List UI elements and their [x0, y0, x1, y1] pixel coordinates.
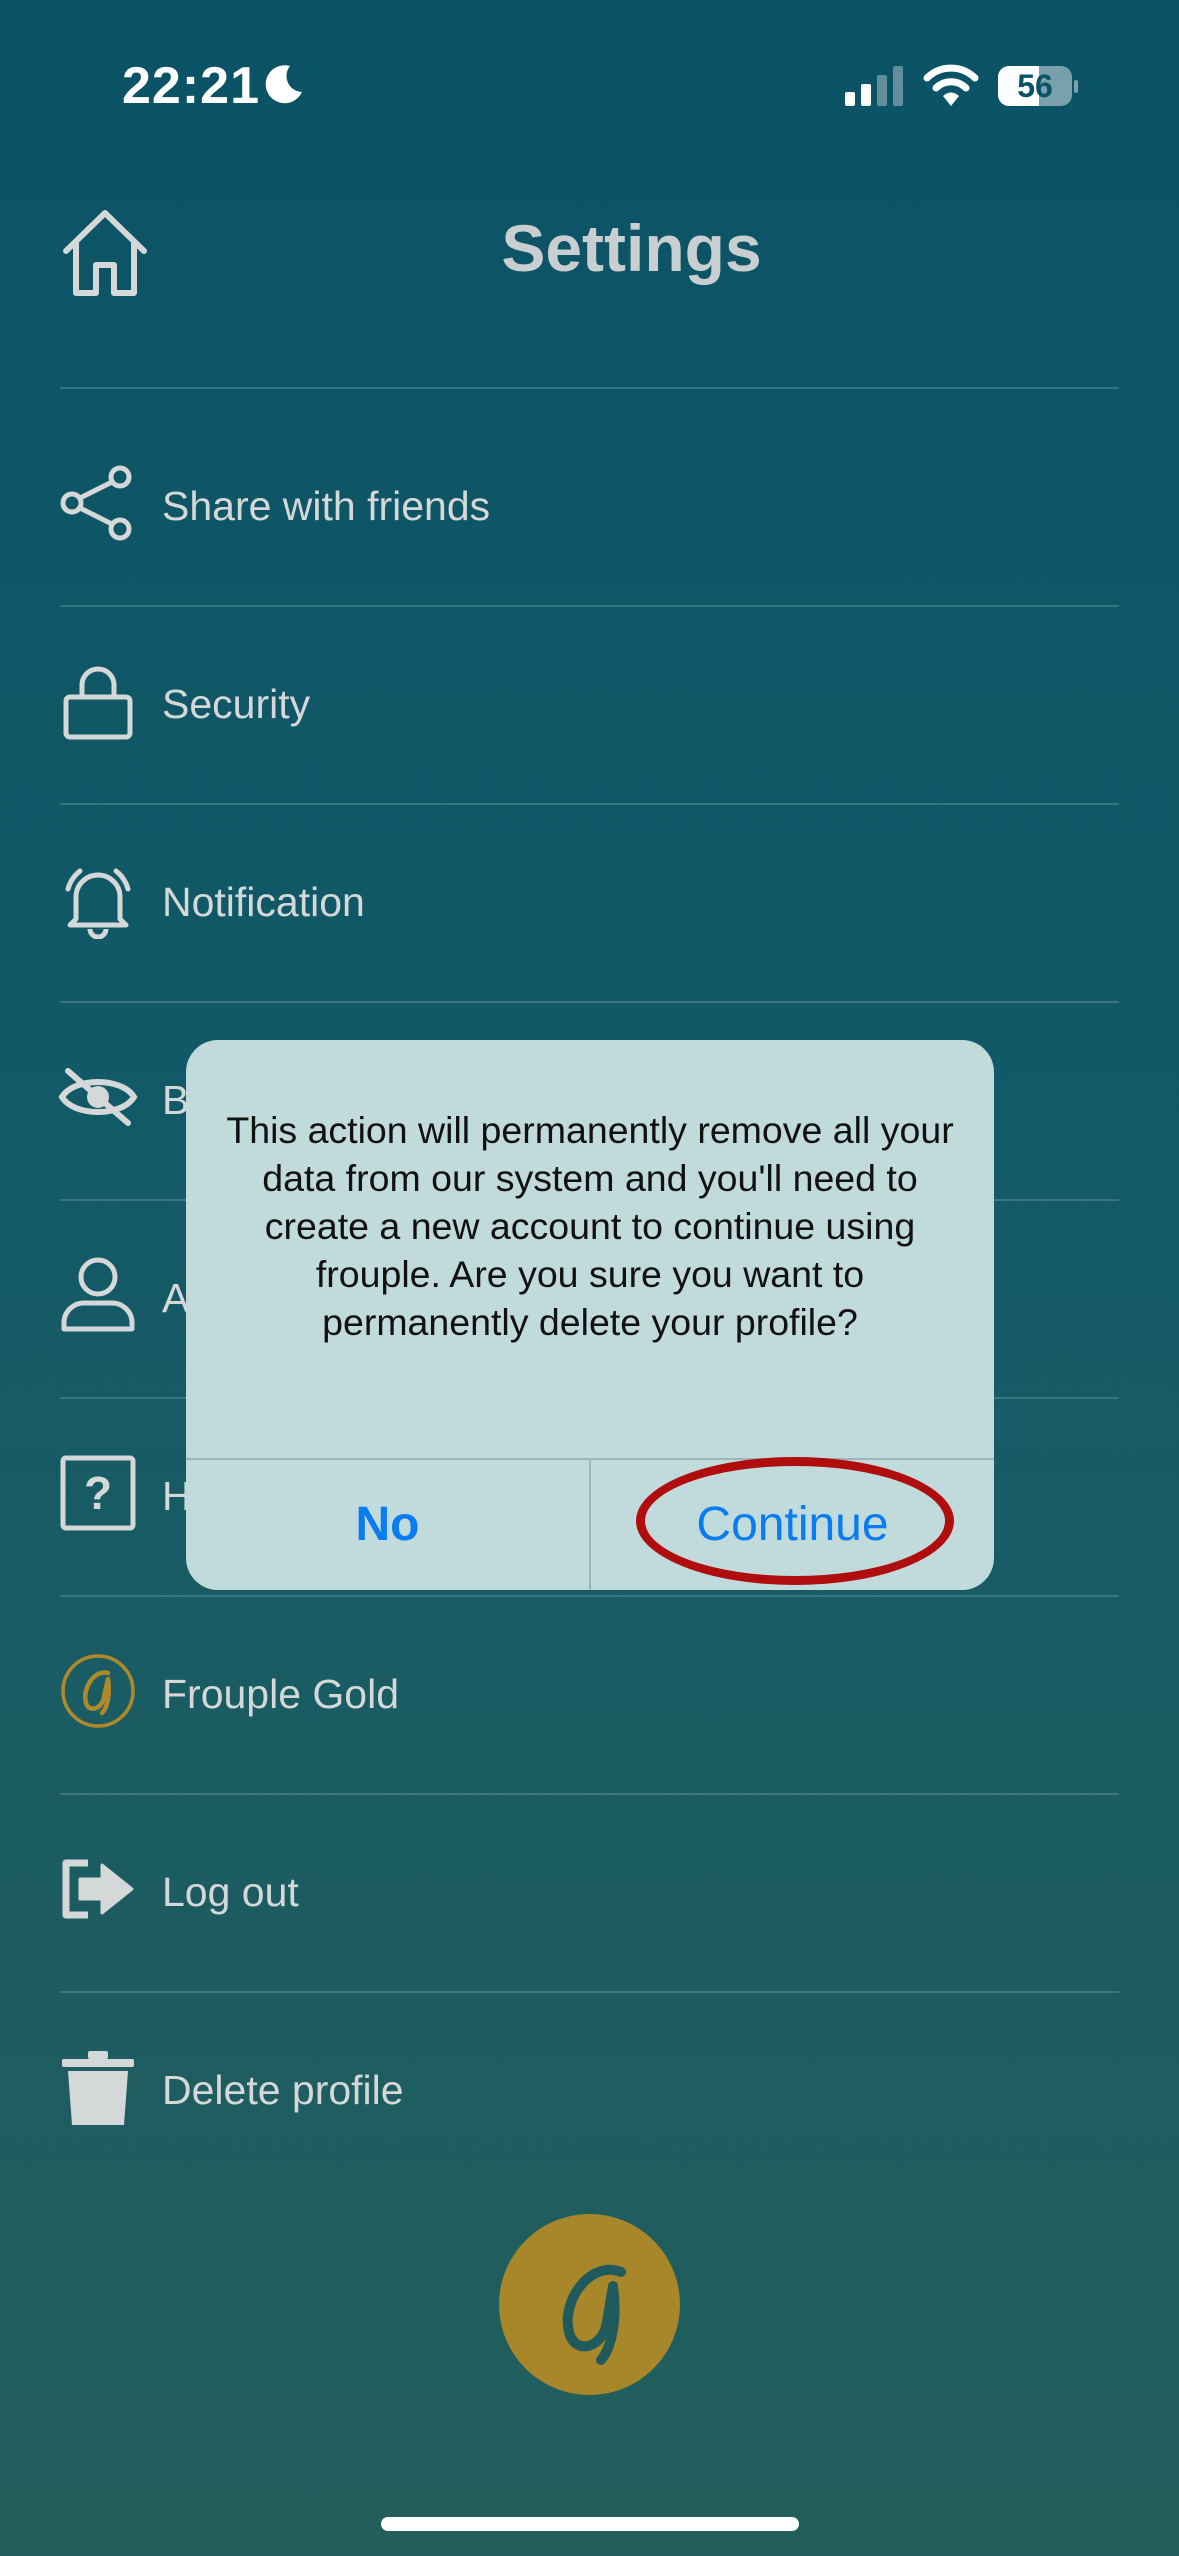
- gold-logo-icon: [61, 1654, 135, 1728]
- continue-button[interactable]: Continue: [591, 1460, 994, 1590]
- battery-percentage: 56: [1017, 68, 1053, 104]
- frouple-gold-button[interactable]: [499, 2214, 680, 2395]
- no-button[interactable]: No: [186, 1460, 589, 1590]
- settings-item-frouple-gold[interactable]: Frouple Gold: [58, 1639, 1118, 1749]
- wifi-icon: [923, 64, 979, 106]
- divider: [60, 387, 1119, 389]
- trash-icon: [62, 2051, 134, 2125]
- settings-item-label: Notification: [162, 879, 365, 925]
- settings-item-label: Share with friends: [162, 483, 491, 529]
- moon-icon: [265, 65, 302, 104]
- settings-item-security[interactable]: Security: [58, 649, 1118, 759]
- settings-item-share[interactable]: Share with friends: [58, 451, 1118, 561]
- settings-item-label: Security: [162, 681, 311, 727]
- home-indicator[interactable]: [381, 2517, 799, 2531]
- battery-indicator: 56: [998, 66, 1078, 106]
- divider: [60, 803, 1119, 805]
- divider: [60, 605, 1119, 607]
- status-bar: 22:21 56: [0, 0, 1179, 170]
- page-title: Settings: [501, 211, 762, 285]
- divider: [60, 1793, 1119, 1795]
- status-time: 22:21: [122, 57, 260, 115]
- settings-item-notification[interactable]: Notification: [58, 847, 1118, 957]
- lock-icon: [63, 666, 133, 740]
- settings-item-delete-profile[interactable]: Delete profile: [58, 2035, 1118, 2145]
- settings-item-label: Log out: [162, 1869, 299, 1915]
- eye-slash-icon: [58, 1068, 138, 1126]
- divider: [60, 1991, 1119, 1993]
- bell-icon: [65, 868, 131, 939]
- svg-text:?: ?: [84, 1467, 112, 1519]
- divider: [60, 1001, 1119, 1003]
- user-icon: [61, 1257, 135, 1332]
- gold-logo-icon: [562, 2264, 626, 2365]
- divider: [60, 1595, 1119, 1597]
- share-icon: [60, 465, 132, 541]
- settings-item-logout[interactable]: Log out: [58, 1837, 1118, 1947]
- help-icon: ?: [60, 1455, 136, 1531]
- dialog-message: This action will permanently remove all …: [226, 1109, 954, 1343]
- settings-item-label: Frouple Gold: [162, 1671, 400, 1717]
- settings-item-label: Delete profile: [162, 2067, 404, 2113]
- delete-confirm-dialog: This action will permanently remove all …: [186, 1040, 994, 1590]
- cellular-signal-icon: [845, 66, 903, 106]
- logout-icon: [62, 1859, 134, 1919]
